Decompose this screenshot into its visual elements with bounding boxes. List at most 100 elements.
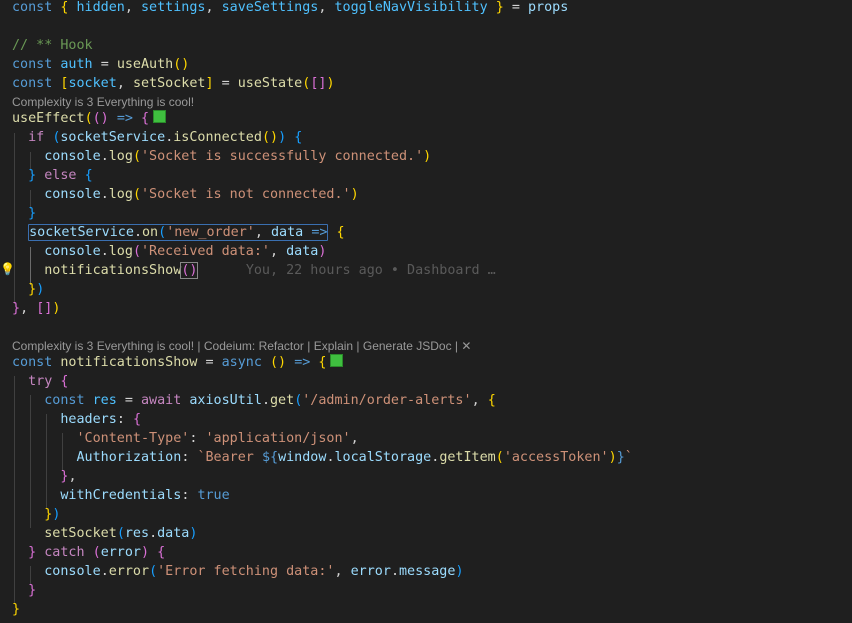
token: } <box>28 545 37 560</box>
code-line[interactable]: const res = await axiosUtil.get('/admin/… <box>0 391 852 410</box>
code-line[interactable]: withCredentials: true <box>0 486 852 505</box>
token: log <box>108 187 133 202</box>
code-line[interactable]: try { <box>0 372 852 391</box>
token: () <box>270 355 287 370</box>
token: console <box>44 149 101 164</box>
token: ` <box>624 450 633 465</box>
token: true <box>197 488 230 503</box>
token: const <box>12 355 53 370</box>
token: socketService <box>29 225 134 240</box>
token: ( <box>132 244 141 259</box>
code-line[interactable]: }, <box>0 467 852 486</box>
comment: // ** Hook <box>12 38 93 53</box>
code-line[interactable]: notificationsShow() You, 22 hours ago • … <box>0 261 852 280</box>
token: error <box>108 564 150 579</box>
code-line[interactable]: }) <box>0 505 852 524</box>
code-lens-actions: Complexity is 3 Everything is cool! | Co… <box>12 339 472 353</box>
token: ( <box>495 450 504 465</box>
token: () <box>180 262 199 279</box>
token: props <box>528 0 569 15</box>
code-line[interactable]: setSocket(res.data) <box>0 524 852 543</box>
code-line[interactable]: console.log('Received data:', data) <box>0 242 852 261</box>
code-lens-text: Complexity is 3 Everything is cool! <box>12 339 195 353</box>
code-line[interactable]: }, []) <box>0 299 852 318</box>
token: ( <box>84 111 93 126</box>
token: error <box>350 564 391 579</box>
code-line[interactable]: } else { <box>0 166 852 185</box>
codeium-explain-link[interactable]: Explain <box>314 339 353 353</box>
code-line[interactable]: socketService.on('new_order', data => { <box>0 223 852 242</box>
token: useEffect <box>12 111 85 126</box>
code-line[interactable]: } catch (error) { <box>0 543 852 562</box>
code-line[interactable]: console.log('Socket is successfully conn… <box>0 147 852 166</box>
code-line[interactable]: useEffect(() => { <box>0 109 852 128</box>
code-line[interactable]: // ** Hook <box>0 36 852 55</box>
token: () <box>261 130 279 145</box>
token: '/admin/order-alerts' <box>302 393 472 408</box>
token: message <box>399 564 456 579</box>
code-editor[interactable]: const { hidden, settings, saveSettings, … <box>0 0 852 623</box>
token: setSocket <box>44 526 117 541</box>
code-line[interactable]: Authorization: `Bearer ${window.localSto… <box>0 448 852 467</box>
token: ${ <box>261 450 279 465</box>
token: } <box>28 583 37 598</box>
token: console <box>44 244 101 259</box>
token: const <box>12 76 53 91</box>
code-line[interactable]: console.log('Socket is not connected.') <box>0 185 852 204</box>
code-line[interactable]: const { hidden, settings, saveSettings, … <box>0 0 852 17</box>
token: ] <box>205 76 214 91</box>
token: socket <box>68 76 117 91</box>
code-line[interactable]: } <box>0 204 852 223</box>
token: saveSettings <box>221 0 319 15</box>
code-line[interactable]: const [socket, setSocket] = useState([]) <box>0 74 852 93</box>
token: 'Content-Type' <box>76 431 190 446</box>
selected-expression: socketService.on('new_order', data => <box>28 224 329 241</box>
codeium-refactor-link[interactable]: Codeium: Refactor <box>204 339 304 353</box>
token: ) <box>52 507 61 522</box>
token: 'application/json' <box>205 431 351 446</box>
token: ) <box>455 564 464 579</box>
token: const <box>12 0 53 15</box>
token: getItem <box>439 450 496 465</box>
code-line[interactable]: console.error('Error fetching data:', er… <box>0 562 852 581</box>
token: ) <box>189 526 198 541</box>
token: setSocket <box>132 76 206 91</box>
token: toggleNavVisibility <box>334 0 488 15</box>
token: const <box>12 57 53 72</box>
code-line[interactable]: }) <box>0 280 852 299</box>
token: ( <box>116 526 125 541</box>
code-line[interactable]: 'Content-Type': 'application/json', <box>0 429 852 448</box>
code-line[interactable]: const auth = useAuth() <box>0 55 852 74</box>
token: ( <box>149 564 158 579</box>
token: ) <box>350 187 359 202</box>
token: 'Socket is not connected.' <box>141 187 351 202</box>
token: } <box>28 206 37 221</box>
token: log <box>108 149 133 164</box>
code-line[interactable]: const notificationsShow = async () => { <box>0 353 852 372</box>
close-icon[interactable]: ✕ <box>461 339 471 353</box>
token: await <box>141 393 182 408</box>
token: useAuth <box>116 57 174 72</box>
token: { <box>336 225 345 240</box>
token: [] <box>36 301 53 316</box>
token: , <box>68 469 77 484</box>
token: axiosUtil <box>189 393 262 408</box>
token: window <box>278 450 327 465</box>
code-line[interactable]: if (socketService.isConnected()) { <box>0 128 852 147</box>
token: data <box>271 225 304 240</box>
token: { <box>60 0 69 15</box>
complexity-badge-icon <box>153 110 167 123</box>
token: on <box>142 225 159 240</box>
token: ( <box>132 187 141 202</box>
code-line[interactable]: headers: { <box>0 410 852 429</box>
token: } <box>28 282 37 297</box>
codeium-generate-jsdoc-link[interactable]: Generate JSDoc <box>363 339 452 353</box>
token: ) <box>52 301 61 316</box>
token: = <box>511 0 520 15</box>
token: { <box>141 111 150 126</box>
code-line[interactable]: } <box>0 600 852 619</box>
code-lens-complexity: Complexity is 3 Everything is cool! <box>0 94 194 110</box>
token: } <box>12 301 21 316</box>
code-line[interactable]: } <box>0 581 852 600</box>
token: socketService <box>60 130 166 145</box>
